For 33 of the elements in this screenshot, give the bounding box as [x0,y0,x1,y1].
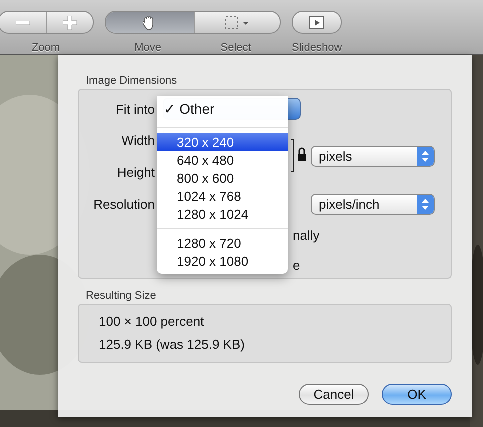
plus-icon [63,16,77,30]
menu-item[interactable]: 800 x 600 [157,169,288,187]
menu-item[interactable]: 320 x 240 [157,133,288,151]
result-text: 125.9 KB (was 125.9 KB) [99,337,246,352]
menu-item[interactable]: 640 x 480 [157,151,288,169]
field-label: Width [120,132,156,148]
stepper-icon [417,146,434,166]
checkbox-label: nally [293,228,320,242]
menu-item[interactable]: 1920 x 1080 [157,252,288,270]
unit-popup[interactable]: pixels/inch [311,194,435,214]
hand-button[interactable] [106,12,194,33]
lock-icon [291,139,307,173]
field-label: Resolution [92,196,156,212]
unit-popup[interactable]: pixels [311,146,435,166]
field-label: Fit into [114,102,156,116]
cancel-button[interactable]: Cancel [299,384,369,405]
stepper-icon [417,194,434,214]
marquee-icon [224,16,250,30]
result-text: 100 × 100 percent [99,314,206,329]
menu-item[interactable]: 1280 x 1024 [157,205,288,223]
section-title: Resulting Size [86,290,158,302]
toolbar-label: Zoom [32,42,60,54]
ok-button[interactable]: OK [382,384,452,405]
field-label: Height [116,164,156,180]
slideshow-icon [309,16,326,30]
menu-item[interactable]: 1280 x 720 [157,234,288,252]
toolbar-label: Move [134,42,162,54]
toolbar-label: Select [220,42,252,54]
checkbox-label: e [293,258,300,272]
toolbar-label: Slideshow [292,42,342,54]
section-title: Image Dimensions [86,75,178,87]
menu-item[interactable]: ✓ Other [157,97,288,122]
menu-item[interactable]: 1024 x 768 [157,187,288,205]
